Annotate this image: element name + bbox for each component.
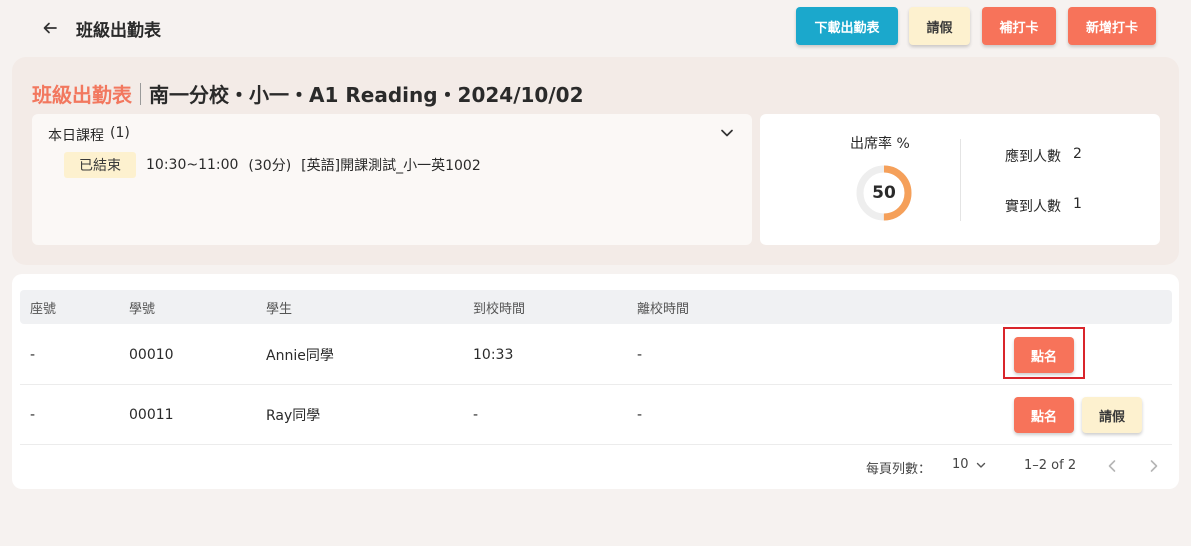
today-course-card: 本日課程 (1) 已結束 10:30~11:00 (30分) [英語]開課測試_…	[32, 114, 752, 245]
stats-divider	[960, 139, 961, 221]
table-row: - 00011 Ray同學 - - 點名 請假	[20, 385, 1172, 445]
course-header: 本日課程 (1)	[48, 125, 130, 145]
expected-label: 應到人數	[1005, 149, 1061, 165]
attendance-rate-value: 50	[872, 183, 896, 203]
expected-value: 2	[1073, 146, 1082, 162]
rows-per-page-label: 每頁列數：	[866, 462, 932, 477]
cell-student-id: 00010	[129, 346, 174, 363]
back-button[interactable]	[38, 16, 62, 40]
actual-value: 1	[1073, 196, 1082, 212]
roll-call-button[interactable]: 點名	[1014, 397, 1074, 433]
top-bar: 班級出勤表 下載出勤表 請假 補打卡 新增打卡	[0, 0, 1191, 56]
page-title: 班級出勤表	[76, 21, 161, 41]
course-item: 已結束 10:30~11:00 (30分) [英語]開課測試_小一英1002	[64, 152, 491, 178]
leave-button[interactable]: 請假	[909, 7, 970, 45]
course-time: 10:30~11:00	[146, 157, 239, 173]
rows-per-page-select[interactable]: 10	[952, 457, 987, 472]
table-header: 座號 學號 學生 到校時間 離校時間	[20, 290, 1172, 324]
course-duration: (30分)	[248, 158, 292, 174]
column-header-arrival-time: 到校時間	[473, 301, 526, 317]
cell-seat: -	[30, 406, 36, 423]
attendance-stats-card: 出席率 % 50 應到人數 2 實到人數 1	[760, 114, 1160, 245]
cell-student-id: 00011	[129, 406, 174, 423]
chevron-left-icon[interactable]	[1102, 456, 1122, 476]
row-leave-button[interactable]: 請假	[1082, 397, 1142, 433]
course-count: (1)	[110, 125, 130, 141]
expected-count: 應到人數 2	[1005, 146, 1082, 166]
chevron-down-icon	[976, 462, 985, 468]
heading-divider	[140, 82, 141, 105]
cell-leave-time: -	[637, 406, 643, 423]
new-punch-button[interactable]: 新增打卡	[1068, 7, 1156, 45]
actual-count: 實到人數 1	[1005, 196, 1082, 216]
actual-label: 實到人數	[1005, 199, 1061, 215]
summary-panel: 班級出勤表 南一分校・小一・A1 Reading・2024/10/02 本日課程…	[12, 57, 1179, 265]
download-attendance-button[interactable]: 下載出勤表	[796, 7, 898, 45]
roll-call-button[interactable]: 點名	[1014, 337, 1074, 373]
course-title: 本日課程	[48, 128, 104, 144]
cell-arrival-time: -	[473, 406, 479, 423]
table-row: - 00010 Annie同學 10:33 - 點名	[20, 325, 1172, 385]
makeup-punch-button[interactable]: 補打卡	[982, 7, 1056, 45]
page-range: 1–2 of 2	[1024, 458, 1077, 473]
chevron-right-icon[interactable]	[1144, 456, 1164, 476]
cell-student: Ray同學	[266, 407, 321, 424]
chevron-down-icon[interactable]	[718, 124, 736, 142]
attendance-table-panel: 座號 學號 學生 到校時間 離校時間 - 00010 Annie同學 10:33…	[12, 274, 1179, 489]
heading-class-info: 南一分校・小一・A1 Reading・2024/10/02	[149, 83, 584, 107]
heading-accent: 班級出勤表	[32, 83, 132, 107]
cell-student: Annie同學	[266, 347, 334, 364]
column-header-leave-time: 離校時間	[637, 301, 690, 317]
column-header-student: 學生	[266, 301, 293, 317]
column-header-seat: 座號	[30, 301, 57, 317]
column-header-student-id: 學號	[129, 301, 156, 317]
status-badge: 已結束	[64, 152, 136, 178]
pagination: 每頁列數： 10 1–2 of 2	[12, 445, 1179, 489]
cell-arrival-time: 10:33	[473, 346, 514, 363]
class-heading: 班級出勤表 南一分校・小一・A1 Reading・2024/10/02	[32, 79, 583, 108]
course-name: [英語]開課測試_小一英1002	[301, 158, 481, 174]
cell-leave-time: -	[637, 346, 643, 363]
rows-per-page-value: 10	[952, 457, 969, 472]
cell-seat: -	[30, 346, 36, 363]
attendance-rate-label: 出席率 %	[850, 136, 910, 152]
arrow-left-icon	[43, 22, 57, 34]
